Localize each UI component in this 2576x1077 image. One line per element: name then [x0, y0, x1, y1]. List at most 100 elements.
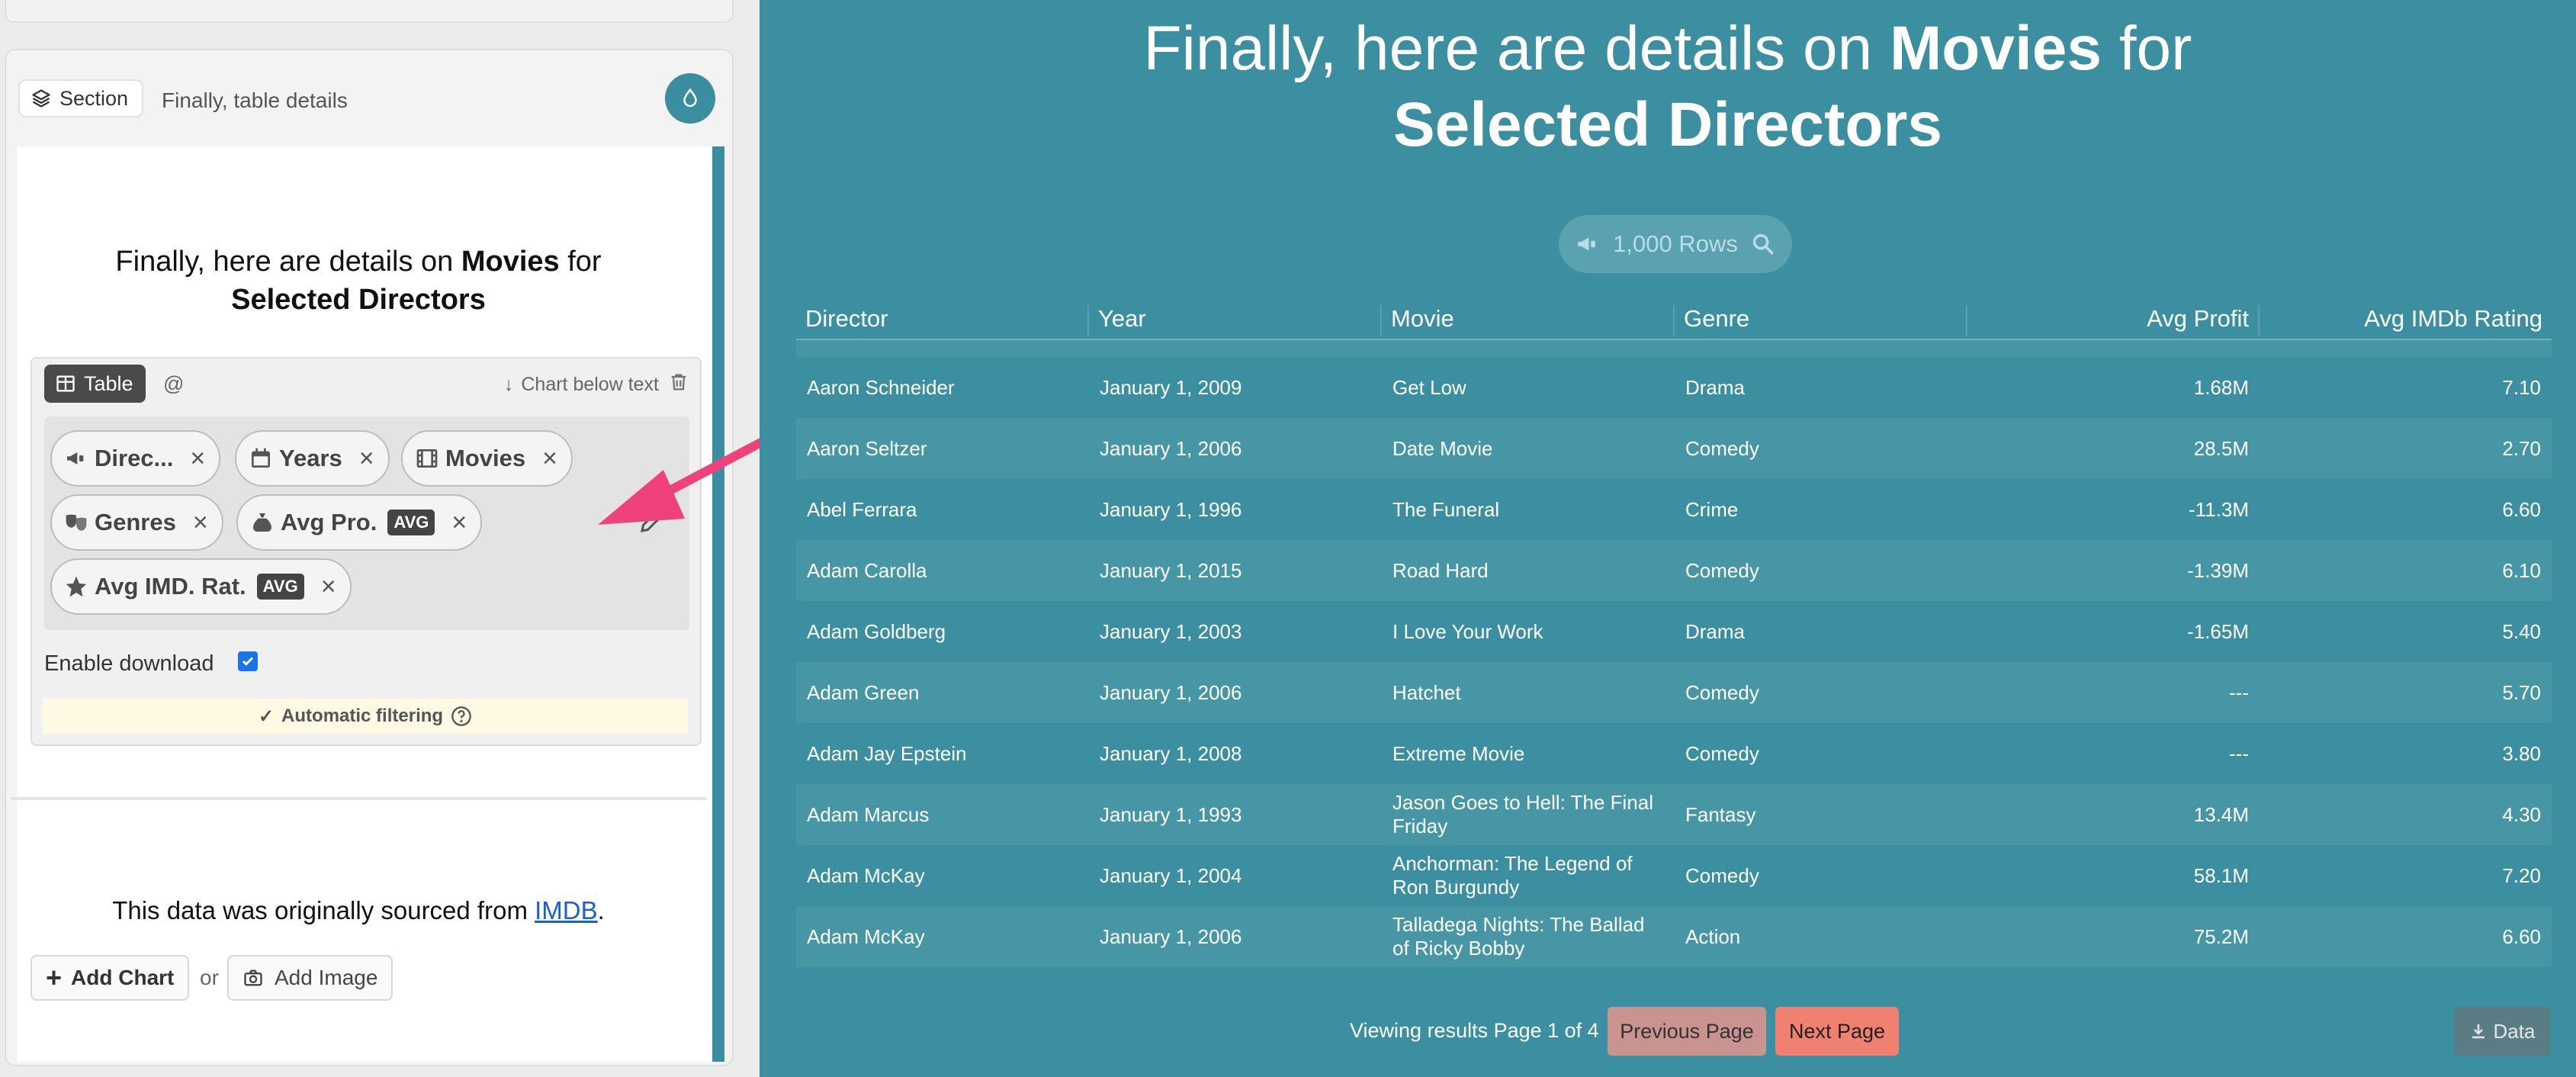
column-header-avg-imdb-rating[interactable]: Avg IMDb Rating [2260, 305, 2552, 336]
pill-avg-profit[interactable]: Avg Pro. AVG × [236, 494, 483, 551]
section-chip-label: Section [59, 86, 129, 110]
cell-avg-imdb-rating: 4.30 [2502, 802, 2541, 826]
add-chart-button[interactable]: + Add Chart [31, 955, 190, 1001]
editor-pane: Section Finally, table details Finally, … [0, 0, 793, 1077]
cell-avg-profit: --- [2229, 741, 2249, 765]
enable-download-checkbox[interactable] [238, 651, 258, 671]
cell-avg-profit: --- [2229, 680, 2249, 704]
cell-genre: Comedy [1685, 741, 1759, 765]
cell-avg-imdb-rating: 6.00 [2260, 340, 2552, 357]
cell-genre: Comedy [1685, 436, 1759, 460]
column-header-genre[interactable]: Genre [1675, 305, 1967, 336]
megaphone-icon [1578, 237, 1596, 251]
column-header-year[interactable]: Year [1089, 305, 1382, 336]
cell-director: Aaron Seltzer [807, 436, 927, 460]
cell-director: Adam Jay Epstein [807, 741, 967, 765]
calendar-icon [252, 448, 270, 468]
imdb-link[interactable]: IMDB [535, 896, 598, 924]
remove-icon[interactable]: × [190, 444, 205, 474]
cell-avg-imdb-rating: 3.80 [2502, 741, 2541, 765]
next-page-button[interactable]: Next Page [1775, 1007, 1899, 1056]
remove-icon[interactable]: × [359, 444, 374, 474]
mention-button[interactable]: @ [163, 372, 184, 396]
previous-section-card [5, 0, 734, 23]
cell-avg-profit: 1.68M [2193, 375, 2249, 399]
cell-avg-profit: --- [1967, 340, 2260, 357]
check-icon [242, 657, 254, 666]
cell-movie: Hatchet [1392, 680, 1461, 704]
row-count-search[interactable]: 1,000 Rows [1559, 215, 1792, 273]
chart-position-toggle[interactable]: ↓ Chart below text [504, 374, 659, 396]
cell-avg-imdb-rating: 6.60 [2502, 497, 2541, 521]
cell-avg-imdb-rating: 6.60 [2502, 924, 2541, 948]
remove-icon[interactable]: × [451, 508, 467, 538]
cell-avg-profit: -1.39M [2187, 558, 2249, 582]
cell-avg-imdb-rating: 5.70 [2502, 680, 2541, 704]
editor-preview-title[interactable]: Finally, here are details on Movies for … [11, 243, 706, 319]
pill-genres[interactable]: Genres × [50, 494, 223, 551]
cell-genre: Comedy [1685, 680, 1759, 704]
theme-drop-button[interactable] [665, 73, 715, 124]
pill-years[interactable]: Years × [235, 430, 390, 487]
table-row: Aaron HannJanuary 1, 2015CircleDrama---6… [796, 340, 2552, 357]
help-icon[interactable] [451, 706, 472, 727]
cell-avg-imdb-rating: 2.70 [2502, 436, 2541, 460]
previous-page-button[interactable]: Previous Page [1608, 1007, 1766, 1056]
arrow-down-icon: ↓ [503, 374, 514, 395]
table-icon [56, 375, 75, 392]
cell-year: January 1, 2004 [1100, 863, 1242, 887]
cell-year: January 1, 1996 [1100, 497, 1242, 521]
pill-director[interactable]: Direc... × [50, 430, 221, 487]
masks-icon [66, 514, 87, 531]
cell-director: Adam McKay [807, 924, 925, 948]
table-row: Adam Marcus January 1, 1993 Jason Goes to … [796, 784, 2552, 845]
search-icon[interactable] [1750, 231, 1776, 257]
cell-director: Aaron Hann [796, 340, 1089, 357]
cell-director: Adam Carolla [807, 558, 927, 582]
section-accent-bar [712, 146, 724, 1062]
table-row: Aaron Seltzer January 1, 2006 Date Movie Co… [796, 418, 2552, 479]
cell-year: January 1, 2006 [1100, 924, 1242, 948]
cell-year: January 1, 2003 [1100, 619, 1242, 643]
cell-movie: Date Movie [1392, 436, 1493, 460]
column-header-movie[interactable]: Movie [1382, 305, 1675, 336]
cell-genre: Drama [1685, 375, 1746, 399]
table-header: Director Year Movie Genre Avg Profit Avg IMDb… [796, 297, 2552, 340]
cell-avg-imdb-rating: 6.10 [2502, 558, 2541, 582]
remove-icon[interactable]: × [542, 444, 557, 474]
trash-icon[interactable] [668, 371, 689, 394]
pill-avg-imdb-rating[interactable]: Avg IMD. Rat. AVG × [50, 558, 352, 615]
add-image-button[interactable]: Add Image [227, 955, 393, 1001]
cell-movie: I Love Your Work [1392, 619, 1543, 643]
section-divider [11, 797, 706, 800]
section-title[interactable]: Finally, table details [162, 88, 348, 113]
plus-icon: + [46, 962, 63, 993]
automatic-filtering-toggle[interactable]: ✓ Automatic filtering [43, 699, 688, 734]
cell-year: January 1, 2015 [1100, 558, 1242, 582]
cell-avg-profit: -1.65M [2187, 619, 2249, 643]
pill-movies[interactable]: Movies × [401, 430, 573, 487]
section-chip[interactable]: Section [18, 79, 144, 117]
remove-icon[interactable]: × [321, 572, 336, 602]
column-header-avg-profit[interactable]: Avg Profit [1967, 305, 2260, 336]
cell-avg-profit: 58.1M [2193, 863, 2249, 887]
download-data-button[interactable]: Data [2454, 1007, 2550, 1056]
table-row: Abel Ferrara January 1, 1996 The Funeral Cr… [796, 479, 2552, 540]
cell-genre: Comedy [1685, 558, 1759, 582]
table-row: Adam Green January 1, 2006 Hatchet Comedy --… [796, 662, 2552, 723]
cell-avg-profit: 13.4M [2193, 802, 2249, 826]
table-type-tag[interactable]: Table [44, 365, 146, 403]
source-text[interactable]: This data was originally sourced from IM… [11, 896, 706, 925]
camera-icon [244, 969, 262, 986]
or-label: or [200, 966, 219, 989]
enable-download-label: Enable download [44, 651, 214, 676]
column-header-director[interactable]: Director [796, 305, 1089, 336]
drop-icon [683, 88, 697, 108]
cell-avg-profit: 28.5M [2193, 436, 2249, 460]
download-icon [2472, 1024, 2484, 1039]
chart-position-label: Chart below text [521, 374, 659, 395]
remove-icon[interactable]: × [193, 508, 208, 538]
report-preview: Finally, here are details on Movies for … [760, 0, 2576, 1077]
cell-movie: Extreme Movie [1392, 741, 1525, 765]
cell-movie: Circle [1382, 340, 1675, 357]
